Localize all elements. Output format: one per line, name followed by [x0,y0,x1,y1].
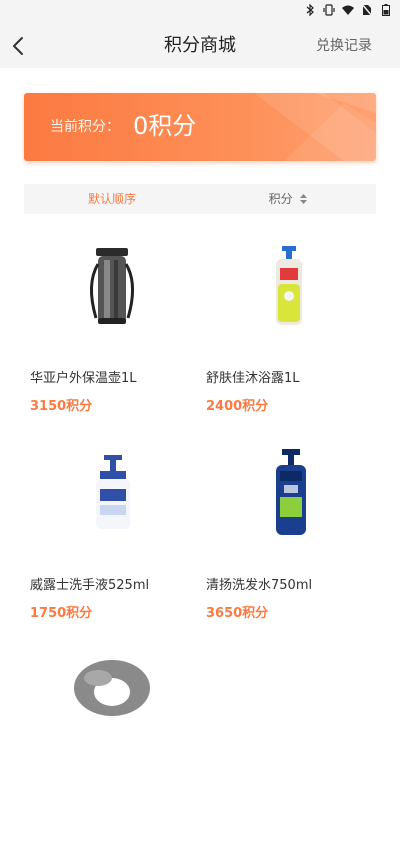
product-name: 舒肤佳沐浴露1L [206,371,300,386]
product-image [200,441,376,561]
bluetooth-icon [304,3,316,19]
shampoo-icon [276,449,306,535]
product-image [200,234,376,354]
points-value: 0积分 [133,112,197,140]
navigation-bar: 积分商城 兑换记录 [0,24,400,68]
hand-soap-icon [96,455,130,529]
product-card[interactable]: 华亚户外保温壶1L 3150积分 [24,234,200,434]
points-card: 当前积分： 0积分 [24,93,376,161]
product-price: 2400积分 [206,399,269,414]
neck-pillow-icon [74,660,150,716]
body-wash-icon [276,246,302,325]
product-card[interactable] [24,648,200,848]
thermos-icon [90,248,134,324]
product-image [24,441,200,561]
product-name: 华亚户外保温壶1L [30,371,137,386]
product-image [24,234,200,354]
back-button[interactable] [4,30,36,62]
status-icons [304,3,392,19]
sort-bar: 默认顺序 积分 [24,184,376,214]
product-price: 1750积分 [30,606,93,621]
chevron-left-icon [13,37,23,55]
no-sim-icon [361,3,373,19]
sort-default-label: 默认顺序 [87,192,136,206]
product-price: 3150积分 [30,399,93,414]
product-card[interactable]: 清扬洗发水750ml 3650积分 [200,441,376,641]
sort-points-tab[interactable]: 积分 [200,184,376,214]
points-label: 当前积分： [50,119,120,135]
battery-icon [380,4,392,19]
exchange-history-button[interactable]: 兑换记录 [316,24,372,68]
product-card[interactable]: 舒肤佳沐浴露1L 2400积分 [200,234,376,434]
product-card[interactable]: 威露士洗手液525ml 1750积分 [24,441,200,641]
vibrate-icon [323,4,335,19]
product-name: 威露士洗手液525ml [30,578,150,593]
sort-default-tab[interactable]: 默认顺序 [24,184,200,214]
product-price: 3650积分 [206,606,269,621]
wifi-icon [342,5,354,19]
product-image [24,648,200,768]
product-name: 清扬洗发水750ml [206,578,313,593]
status-bar [0,0,400,24]
sort-points-label: 积分 [268,192,293,206]
sort-arrows-icon [300,193,308,204]
